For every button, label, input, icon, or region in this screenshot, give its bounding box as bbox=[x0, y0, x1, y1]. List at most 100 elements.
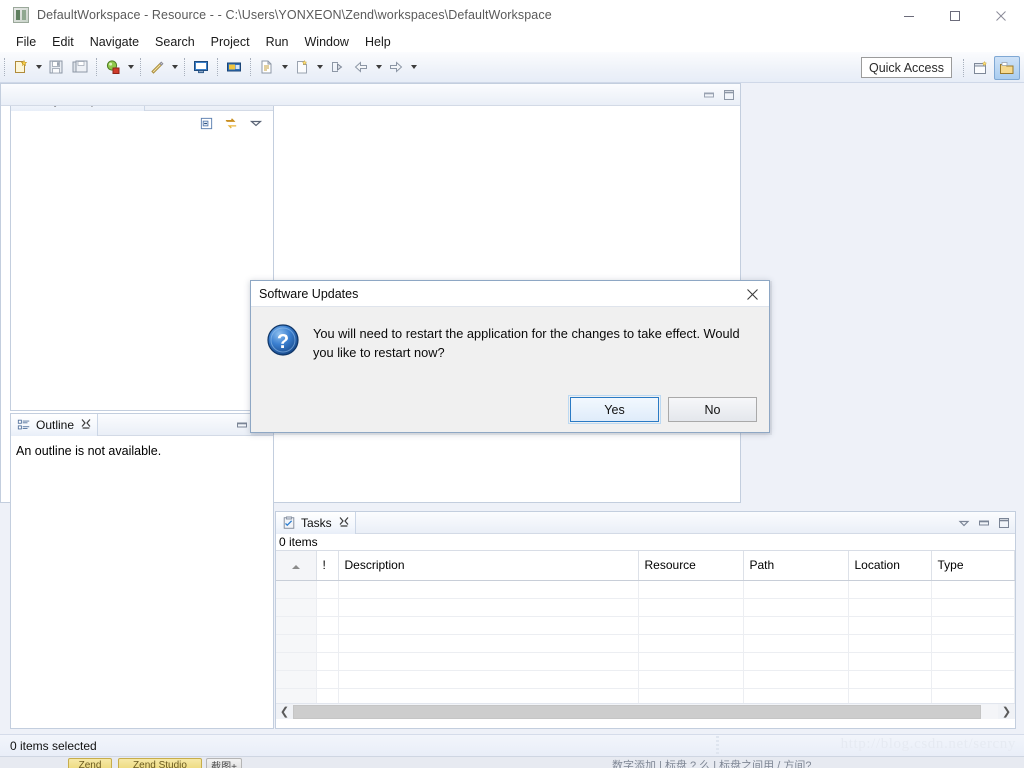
resource-perspective-icon[interactable] bbox=[994, 56, 1020, 80]
menu-item-edit[interactable]: Edit bbox=[44, 33, 82, 51]
maximize-view-icon[interactable] bbox=[720, 86, 738, 104]
table-row[interactable] bbox=[276, 670, 1015, 689]
menu-item-window[interactable]: Window bbox=[297, 33, 357, 51]
yes-button[interactable]: Yes bbox=[568, 395, 661, 424]
new-wizard-icon[interactable] bbox=[10, 56, 32, 78]
maximize-view-icon[interactable] bbox=[995, 514, 1013, 532]
scrollbar-thumb[interactable] bbox=[293, 704, 981, 719]
watermark-text: http://blog.csdn.net/sercny bbox=[840, 736, 1016, 752]
taskbar-item-zend[interactable]: Zend bbox=[68, 758, 112, 768]
toolbar-separator bbox=[96, 58, 97, 76]
back-icon[interactable] bbox=[350, 56, 372, 78]
open-console-icon[interactable] bbox=[190, 56, 212, 78]
menu-item-search[interactable]: Search bbox=[147, 33, 203, 51]
row-cell-sort bbox=[276, 634, 317, 653]
tasks-horizontal-scrollbar[interactable]: ❮ ❯ bbox=[276, 703, 1015, 719]
menu-item-run[interactable]: Run bbox=[258, 33, 297, 51]
tasks-table-body bbox=[276, 580, 1015, 703]
menu-item-help[interactable]: Help bbox=[357, 33, 399, 51]
menu-item-project[interactable]: Project bbox=[203, 33, 258, 51]
dialog-close-icon[interactable] bbox=[743, 285, 761, 303]
row-cell-type bbox=[931, 670, 1015, 689]
table-row[interactable] bbox=[276, 616, 1015, 635]
taskbar-item-zend-studio[interactable]: Zend Studio bbox=[118, 758, 202, 768]
project-explorer-tree[interactable] bbox=[11, 135, 273, 409]
column-header-path[interactable]: Path bbox=[743, 551, 849, 581]
toolbar-separator bbox=[4, 58, 5, 76]
minimize-view-icon[interactable] bbox=[700, 86, 718, 104]
save-icon[interactable] bbox=[45, 56, 67, 78]
link-with-editor-icon[interactable] bbox=[222, 114, 240, 132]
os-taskbar: Zend Zend Studio 截图+ 数字添加 | 标盘 ? 么 | 标盘之… bbox=[0, 756, 1024, 768]
new-php-file-dropdown-icon[interactable] bbox=[279, 56, 290, 78]
close-tab-icon[interactable] bbox=[81, 419, 91, 431]
tasks-table-wrapper[interactable]: ! Description Resource Path Location Typ… bbox=[276, 551, 1015, 703]
new-php-file-icon[interactable] bbox=[256, 56, 278, 78]
collapse-all-icon[interactable] bbox=[197, 114, 215, 132]
project-explorer-view: Project Explorer bbox=[10, 88, 274, 411]
close-icon[interactable] bbox=[978, 0, 1024, 31]
row-cell-location bbox=[848, 634, 932, 653]
open-perspective-icon[interactable] bbox=[968, 56, 994, 80]
back-dropdown-icon[interactable] bbox=[373, 56, 384, 78]
view-menu-icon[interactable] bbox=[955, 514, 973, 532]
new-untitled-file-dropdown-icon[interactable] bbox=[314, 56, 325, 78]
column-header-type[interactable]: Type bbox=[931, 551, 1015, 581]
menu-bar: File Edit Navigate Search Project Run Wi… bbox=[0, 31, 1024, 52]
dialog-button-bar: Yes No bbox=[251, 395, 769, 432]
column-header-description[interactable]: Description bbox=[338, 551, 639, 581]
column-header-sort[interactable] bbox=[276, 551, 317, 581]
column-header-location[interactable]: Location bbox=[848, 551, 932, 581]
row-cell-type bbox=[931, 634, 1015, 653]
menu-item-navigate[interactable]: Navigate bbox=[82, 33, 147, 51]
row-cell-type bbox=[931, 616, 1015, 635]
table-row[interactable] bbox=[276, 580, 1015, 599]
column-header-resource[interactable]: Resource bbox=[638, 551, 744, 581]
tab-tasks[interactable]: Tasks bbox=[276, 512, 356, 534]
minimize-icon[interactable] bbox=[886, 0, 932, 31]
row-cell-location bbox=[848, 652, 932, 671]
scroll-left-icon[interactable]: ❮ bbox=[276, 704, 293, 719]
taskbar-text-fragment: 数字添加 | 标盘 ? 么 | 标盘之间用 / 方间? bbox=[612, 760, 812, 768]
debug-icon[interactable] bbox=[102, 56, 124, 78]
editor-view-buttons bbox=[700, 84, 738, 106]
table-row[interactable] bbox=[276, 634, 1015, 653]
close-tab-icon[interactable] bbox=[339, 517, 349, 529]
tab-outline[interactable]: Outline bbox=[11, 414, 99, 436]
taskbar-item-screenshot[interactable]: 截图+ bbox=[206, 758, 242, 768]
status-bar-text: 0 items selected bbox=[10, 738, 97, 753]
new-wizard-dropdown-icon[interactable] bbox=[33, 56, 44, 78]
new-untitled-file-icon[interactable] bbox=[291, 56, 313, 78]
row-cell-sort bbox=[276, 652, 317, 671]
scrollbar-track[interactable] bbox=[981, 704, 998, 719]
row-cell-severity bbox=[316, 652, 339, 671]
row-cell-path bbox=[743, 634, 849, 653]
minimize-view-icon[interactable] bbox=[233, 416, 251, 434]
forward-dropdown-icon[interactable] bbox=[408, 56, 419, 78]
row-cell-severity bbox=[316, 670, 339, 689]
forward-icon[interactable] bbox=[385, 56, 407, 78]
run-dropdown-icon[interactable] bbox=[169, 56, 180, 78]
menu-item-file[interactable]: File bbox=[8, 33, 44, 51]
row-cell-location bbox=[848, 688, 932, 703]
no-button[interactable]: No bbox=[668, 397, 757, 422]
row-cell-description bbox=[338, 598, 639, 617]
view-menu-icon[interactable] bbox=[247, 114, 265, 132]
minimize-view-icon[interactable] bbox=[975, 514, 993, 532]
last-edit-location-icon[interactable] bbox=[326, 56, 348, 78]
open-terminal-icon[interactable] bbox=[223, 56, 245, 78]
debug-dropdown-icon[interactable] bbox=[125, 56, 136, 78]
table-row[interactable] bbox=[276, 652, 1015, 671]
row-cell-description bbox=[338, 652, 639, 671]
toolbar-separator bbox=[217, 58, 218, 76]
column-header-severity[interactable]: ! bbox=[316, 551, 339, 581]
row-cell-description bbox=[338, 580, 639, 599]
scroll-right-icon[interactable]: ❯ bbox=[998, 704, 1015, 719]
table-row[interactable] bbox=[276, 688, 1015, 703]
run-icon[interactable] bbox=[146, 56, 168, 78]
save-all-icon[interactable] bbox=[69, 56, 91, 78]
quick-access-input[interactable]: Quick Access bbox=[860, 57, 952, 78]
project-explorer-sub-toolbar bbox=[11, 111, 273, 135]
maximize-icon[interactable] bbox=[932, 0, 978, 31]
table-row[interactable] bbox=[276, 598, 1015, 617]
